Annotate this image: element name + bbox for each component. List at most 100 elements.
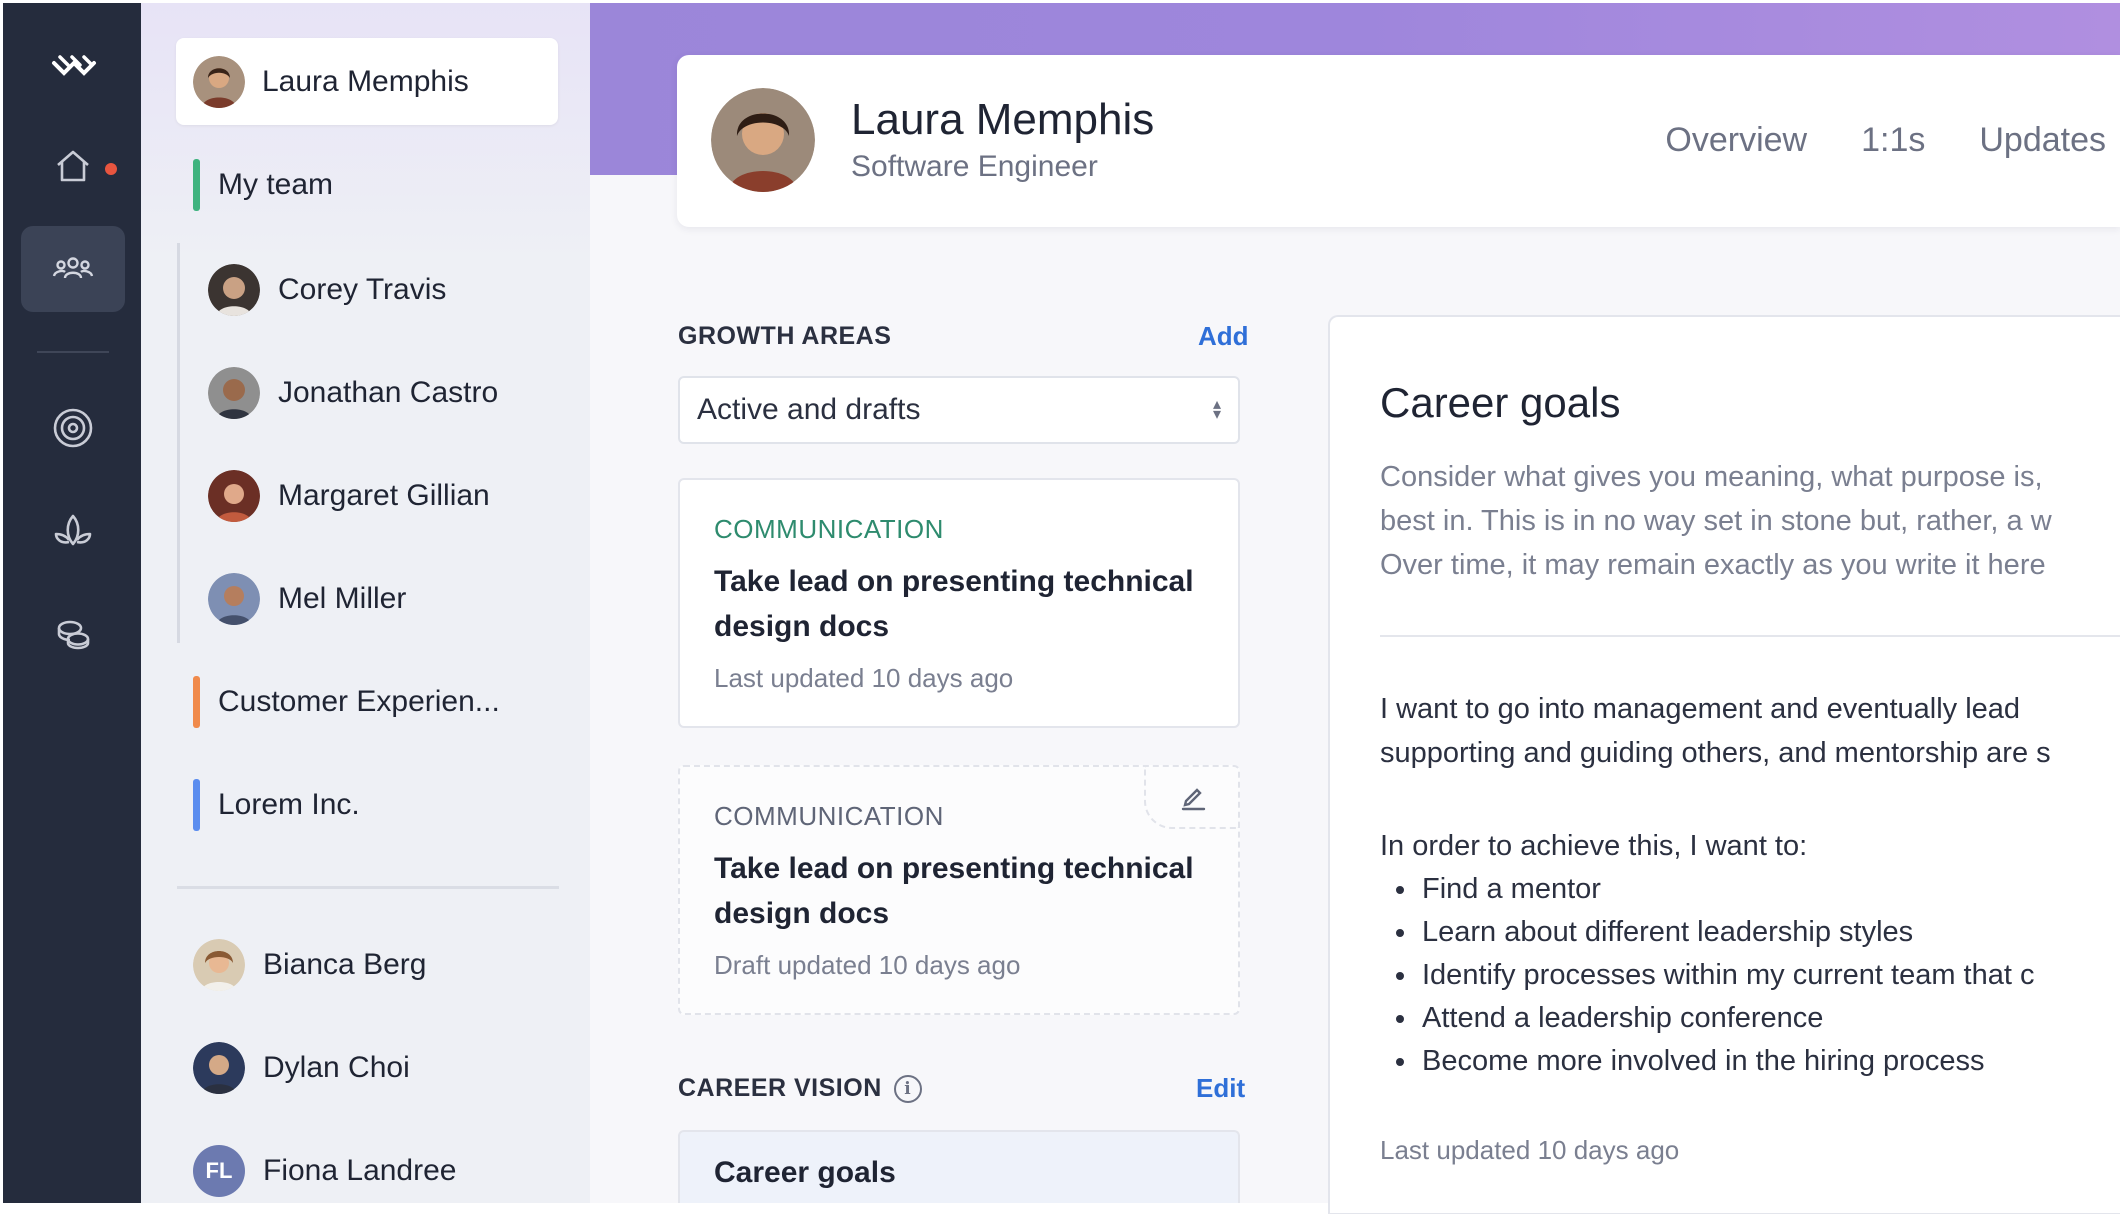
growth-areas-title: GROWTH AREAS [678, 322, 892, 350]
person-name: Dylan Choi [263, 1051, 410, 1084]
side-divider [177, 886, 559, 889]
group-label: Lorem Inc. [218, 788, 360, 821]
edit-draft-button[interactable] [1144, 765, 1240, 829]
growth-area-title-line: design docs [714, 897, 890, 930]
career-goals-meta: Last updated 10 days ago [1380, 1135, 1680, 1165]
member-name: Corey Travis [278, 273, 447, 306]
avatar-initials: FL [193, 1145, 245, 1197]
growth-area-card[interactable]: COMMUNICATION Take lead on presenting te… [678, 478, 1240, 728]
avatar [208, 367, 260, 419]
list-item: Learn about different leadership styles [1380, 911, 2034, 954]
person-name: Bianca Berg [263, 948, 427, 981]
list-item: Become more involved in the hiring proce… [1380, 1040, 2034, 1083]
career-goals-panel: Career goals Consider what gives you mea… [1328, 315, 2120, 1214]
app-rail [3, 3, 141, 1203]
info-icon[interactable]: i [893, 1074, 922, 1103]
profile-avatar [711, 88, 815, 192]
profile-tabs: Overview 1:1s Updates [1611, 121, 2106, 160]
coins-icon [57, 620, 90, 650]
hint-line: best in. This is in no way set in stone … [1380, 505, 2052, 537]
statement-line: supporting and guiding others, and mento… [1380, 737, 2051, 769]
notification-dot [105, 163, 117, 175]
filter-value: Active and drafts [697, 393, 921, 426]
target-icon [53, 408, 93, 448]
person-item[interactable]: Bianca Berg [193, 939, 426, 991]
team-icon [52, 257, 94, 279]
statement-line: I want to go into management and eventua… [1380, 693, 2021, 725]
group-color-bar [193, 676, 200, 728]
growth-area-title-line: design docs [714, 610, 890, 643]
rail-divider [37, 351, 109, 353]
group-color-bar [193, 159, 200, 211]
profile-name: Laura Memphis [851, 95, 1155, 144]
team-member-item[interactable]: Jonathan Castro [208, 367, 498, 419]
team-nav-button[interactable] [21, 226, 125, 312]
lotus-icon [54, 514, 92, 546]
hint-line: Consider what gives you meaning, what pu… [1380, 461, 2043, 493]
avatar [193, 939, 245, 991]
group-customer-experience[interactable]: Customer Experien... [193, 676, 500, 728]
avatar [193, 1042, 245, 1094]
hint-line: Over time, it may remain exactly as you … [1380, 549, 2046, 581]
compensation-nav-button[interactable] [21, 591, 125, 677]
growth-area-category: COMMUNICATION [714, 801, 944, 831]
app-logo-icon[interactable] [50, 49, 100, 83]
avatar [208, 264, 260, 316]
growth-area-title-line: Take lead on presenting technical [714, 852, 1194, 885]
person-item[interactable]: Dylan Choi [193, 1042, 410, 1094]
career-vision-preview-title: Career goals [714, 1156, 896, 1189]
group-label: Customer Experien... [218, 685, 500, 718]
career-goals-divider [1380, 635, 2120, 637]
growth-area-title: Take lead on presenting technical design… [714, 559, 1204, 649]
person-item[interactable]: FL Fiona Landree [193, 1145, 456, 1197]
team-tree-line [177, 243, 180, 643]
career-vision-title: CAREER VISION [678, 1074, 882, 1102]
growth-area-meta: Last updated 10 days ago [714, 663, 1014, 693]
career-goals-statement: I want to go into management and eventua… [1380, 687, 2120, 775]
tab-one-on-ones[interactable]: 1:1s [1861, 121, 1925, 160]
avatar [193, 55, 245, 108]
profile-role: Software Engineer [851, 150, 1098, 183]
tab-overview[interactable]: Overview [1665, 121, 1807, 160]
select-arrows-icon: ▴ ▾ [1212, 396, 1221, 423]
growth-area-title: Take lead on presenting technical design… [714, 846, 1204, 936]
current-user-name: Laura Memphis [262, 64, 469, 98]
career-vision-heading: CAREER VISION i [678, 1074, 922, 1103]
profile-header: Laura Memphis Software Engineer Overview… [677, 55, 2120, 227]
pencil-icon [1181, 788, 1206, 811]
avatar [208, 573, 260, 625]
growth-area-title-line: Take lead on presenting technical [714, 565, 1194, 598]
team-member-item[interactable]: Mel Miller [208, 573, 406, 625]
career-vision-preview[interactable]: Career goals [678, 1130, 1240, 1203]
growth-area-draft-card[interactable]: COMMUNICATION Take lead on presenting te… [678, 765, 1240, 1015]
edit-career-vision-link[interactable]: Edit [1196, 1073, 1245, 1104]
career-goals-list: Find a mentor Learn about different lead… [1380, 868, 2034, 1083]
growth-filter-select[interactable]: Active and drafts ▴ ▾ [678, 376, 1240, 444]
avatar [208, 470, 260, 522]
career-goals-hint: Consider what gives you meaning, what pu… [1380, 455, 2120, 587]
add-growth-area-link[interactable]: Add [1198, 321, 1249, 352]
group-label: My team [218, 168, 334, 201]
career-goals-title: Career goals [1380, 379, 1621, 426]
member-name: Jonathan Castro [278, 376, 499, 409]
growth-area-meta: Draft updated 10 days ago [714, 950, 1021, 980]
member-name: Margaret Gillian [278, 479, 490, 512]
growth-areas-heading: GROWTH AREAS [678, 322, 891, 351]
member-name: Mel Miller [278, 582, 407, 615]
tab-updates[interactable]: Updates [1979, 121, 2106, 160]
career-goals-intro: In order to achieve this, I want to: [1380, 830, 1808, 862]
list-item: Identify processes within my current tea… [1380, 954, 2034, 997]
team-member-item[interactable]: Corey Travis [208, 264, 446, 316]
growth-nav-button[interactable] [21, 488, 125, 574]
group-lorem-inc[interactable]: Lorem Inc. [193, 779, 360, 831]
growth-area-category: COMMUNICATION [714, 514, 944, 544]
current-user-card[interactable]: Laura Memphis [176, 38, 558, 125]
goals-nav-button[interactable] [21, 385, 125, 471]
side-panel: Laura Memphis My team Corey Travis Jonat… [141, 3, 590, 1203]
list-item: Find a mentor [1380, 868, 2034, 911]
home-icon [57, 150, 89, 182]
person-name: Fiona Landree [263, 1154, 457, 1187]
team-member-item[interactable]: Margaret Gillian [208, 470, 490, 522]
group-my-team[interactable]: My team [193, 159, 333, 211]
group-color-bar [193, 779, 200, 831]
